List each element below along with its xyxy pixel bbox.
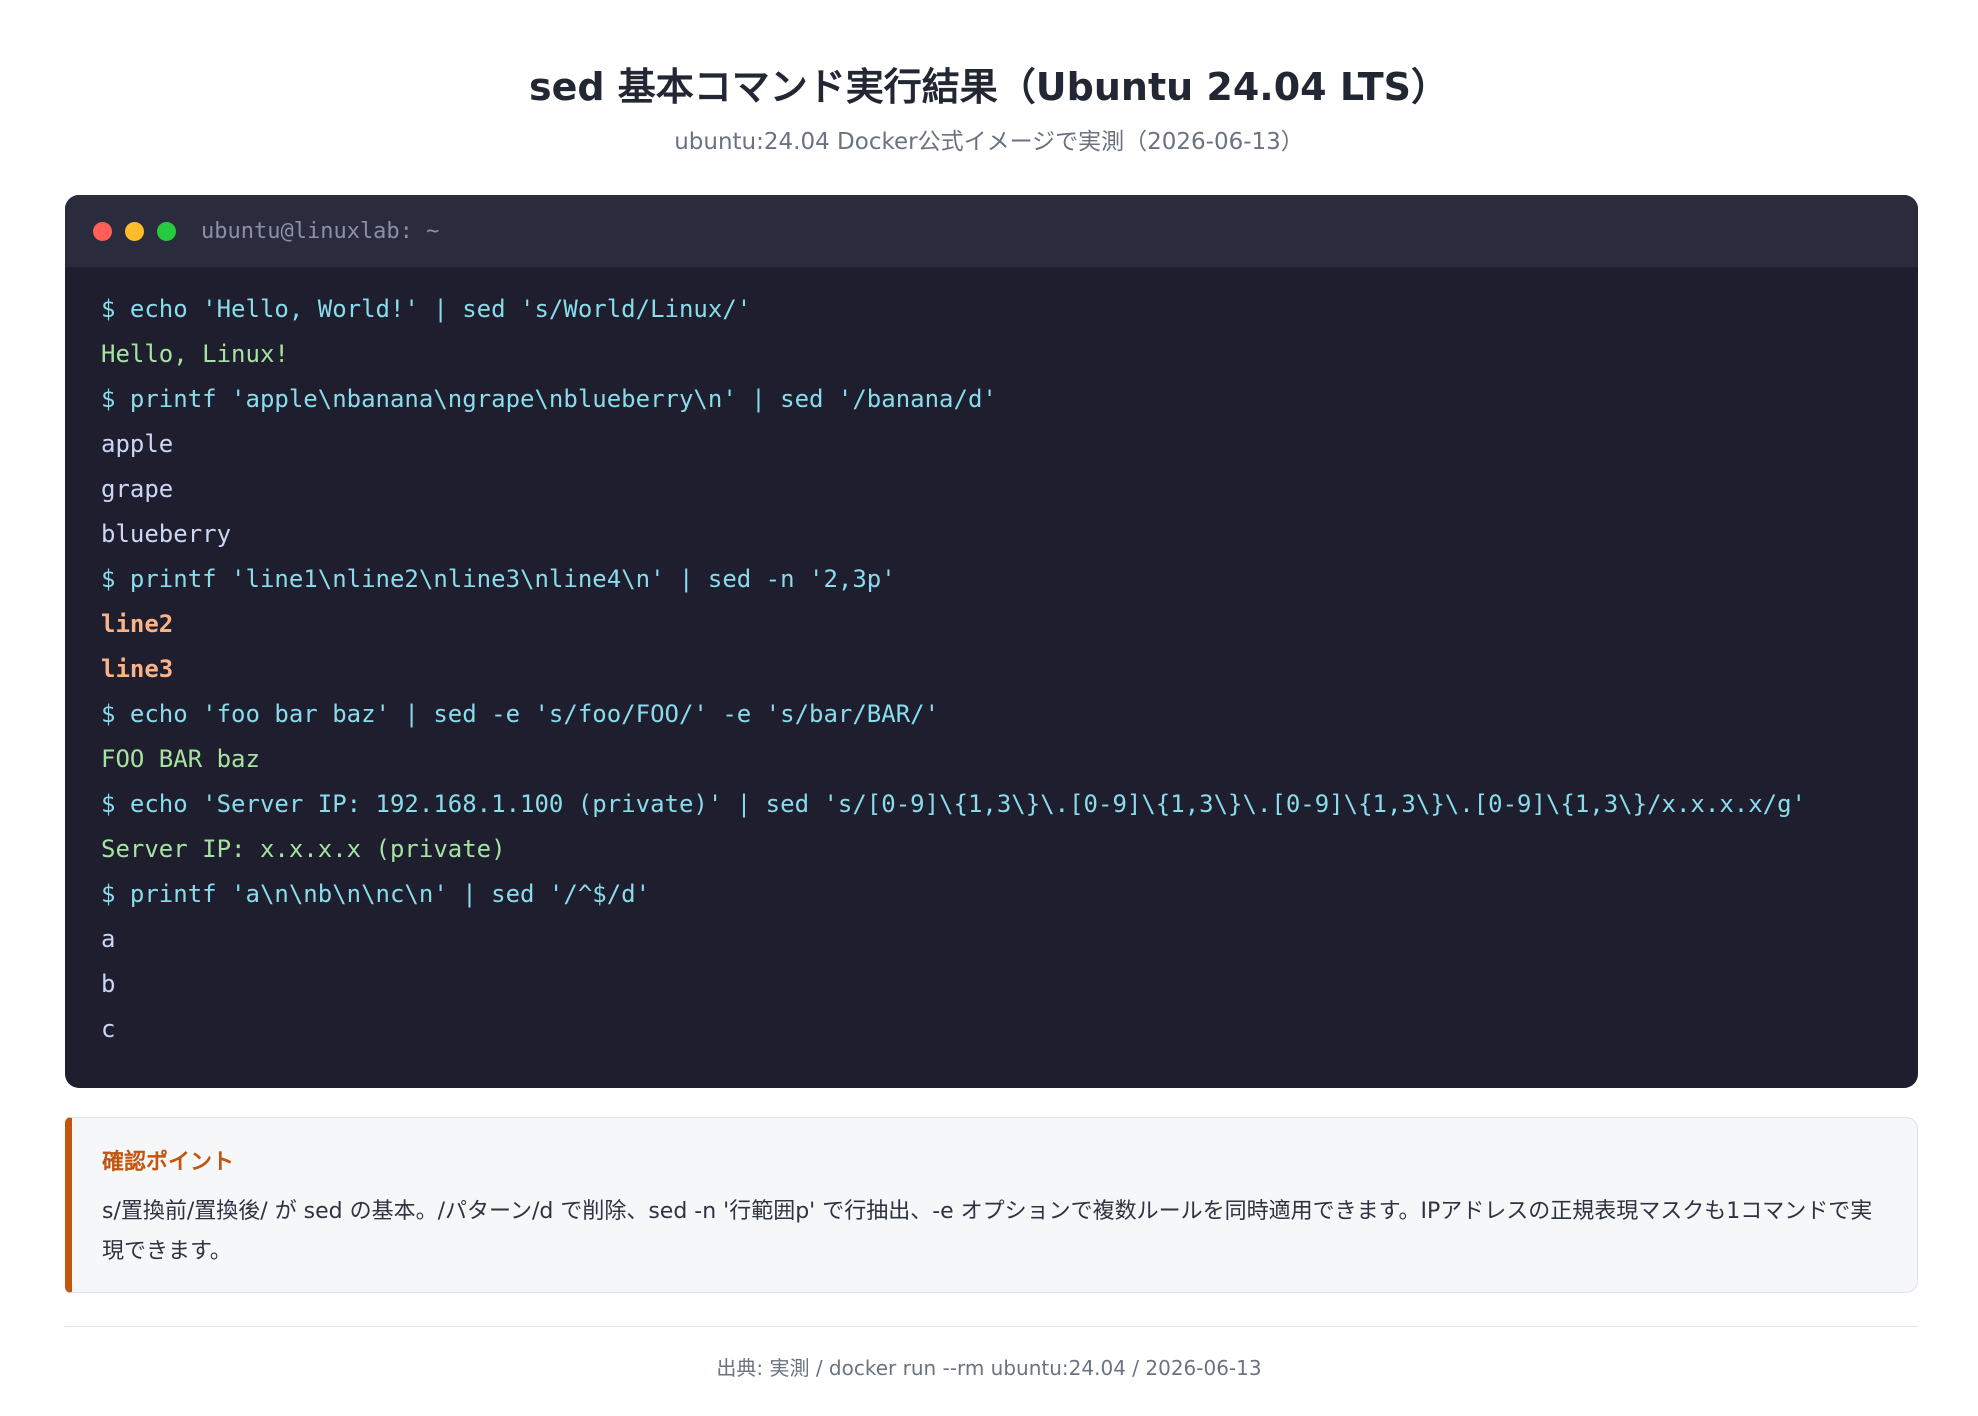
- terminal-output-line: line3: [101, 655, 174, 683]
- footer-source: 出典: 実測 / docker run --rm ubuntu:24.04 / …: [716, 1356, 1262, 1380]
- terminal-output-line: a: [101, 925, 116, 953]
- terminal-output-line: b: [101, 970, 116, 998]
- terminal-output-line: Hello, Linux!: [101, 340, 289, 368]
- footer-divider: [65, 1326, 1918, 1327]
- note-body: s/置換前/置換後/ が sed の基本。/パターン/d で削除、sed -n …: [102, 1199, 1873, 1264]
- terminal-output-line: apple: [101, 430, 174, 458]
- terminal-command-line: $ printf 'a\n\nb\n\nc\n' | sed '/^$/d': [101, 880, 651, 908]
- terminal-command-line: $ printf 'line1\nline2\nline3\nline4\n' …: [101, 565, 896, 593]
- maximize-dot-icon[interactable]: [157, 221, 176, 241]
- terminal-command-line: $ echo 'foo bar baz' | sed -e 's/foo/FOO…: [101, 700, 940, 728]
- page-title: sed 基本コマンド実行結果（Ubuntu 24.04 LTS）: [528, 65, 1450, 109]
- terminal-output-line: grape: [101, 475, 174, 503]
- page-subtitle: ubuntu:24.04 Docker公式イメージで実測（2026-06-13）: [674, 129, 1304, 155]
- note-title: 確認ポイント: [102, 1150, 235, 1175]
- terminal-command-line: $ echo 'Hello, World!' | sed 's/World/Li…: [101, 295, 752, 323]
- terminal-title: ubuntu@linuxlab: ~: [201, 218, 440, 244]
- terminal-output-line: FOO BAR baz: [101, 745, 260, 773]
- note-box: 確認ポイント s/置換前/置換後/ が sed の基本。/パターン/d で削除、…: [65, 1117, 1918, 1293]
- terminal-titlebar: ubuntu@linuxlab: ~: [65, 195, 1918, 267]
- terminal-command-line: $ printf 'apple\nbanana\ngrape\nblueberr…: [101, 385, 997, 413]
- minimize-dot-icon[interactable]: [125, 221, 144, 241]
- terminal-output[interactable]: $ echo 'Hello, World!' | sed 's/World/Li…: [65, 267, 1918, 1052]
- terminal-output-line: Server IP: x.x.x.x (private): [101, 835, 506, 863]
- close-dot-icon[interactable]: [93, 221, 112, 241]
- page: sed 基本コマンド実行結果（Ubuntu 24.04 LTS） ubuntu:…: [0, 0, 1978, 1416]
- terminal-window[interactable]: ubuntu@linuxlab: ~ $ echo 'Hello, World!…: [65, 195, 1918, 1088]
- terminal-command-line: $ echo 'Server IP: 192.168.1.100 (privat…: [101, 790, 1807, 818]
- terminal-output-line: line2: [101, 610, 174, 638]
- terminal-output-line: blueberry: [101, 520, 232, 548]
- terminal-output-line: c: [101, 1015, 116, 1043]
